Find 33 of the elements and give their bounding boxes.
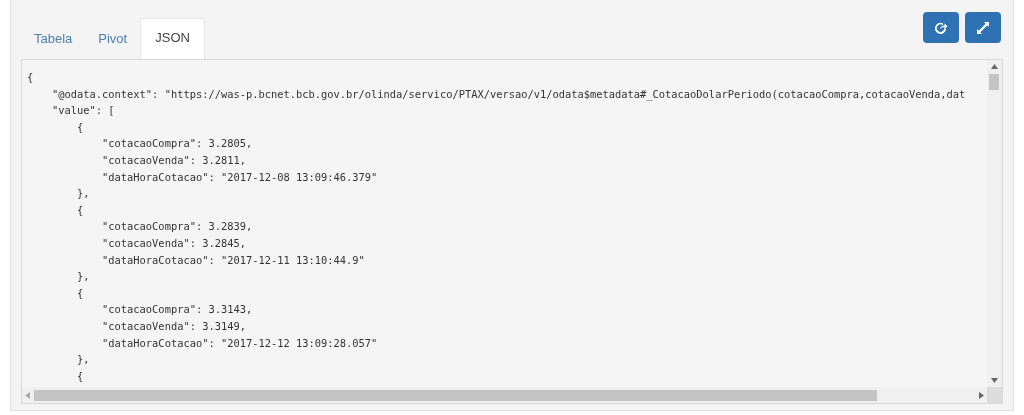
tab[interactable]: JSON	[140, 18, 205, 59]
code-line: "cotacaoCompra": 3.3143,	[101, 302, 254, 318]
expand-button[interactable]	[965, 12, 1001, 43]
scroll-up-icon[interactable]	[991, 64, 998, 69]
code-line: "cotacaoVenda": 3.3149,	[101, 318, 247, 334]
code-line: "dataHoraCotacao": "2017-12-08 13:09:46.379"	[101, 169, 379, 185]
vertical-scrollbar[interactable]	[987, 60, 1002, 387]
code-line: },	[76, 269, 91, 285]
scrollbar-thumb[interactable]	[989, 74, 999, 90]
tab[interactable]: Pivot	[85, 20, 141, 59]
tab[interactable]: Tabela	[21, 20, 86, 59]
code-line: "@odata.context": "https://was-p.bcnet.bcb.gov.br/olinda/servico/PTAX/versao/v1/odata$metadata#_CotacaoDolarPeriodo(cotacaoCompra,cotacaoVenda,dat	[51, 86, 967, 103]
code-line: {	[76, 285, 85, 301]
code-line: },	[76, 352, 91, 368]
horizontal-scrollbar[interactable]	[22, 387, 987, 403]
scroll-right-icon[interactable]	[979, 392, 984, 399]
code-line: {	[27, 70, 35, 85]
code-line: "value": [	[51, 103, 116, 119]
code-line: "cotacaoVenda": 3.2811,	[101, 152, 247, 168]
code-line: },	[76, 186, 91, 202]
share-icon	[934, 20, 948, 35]
scrollbar-thumb[interactable]	[34, 390, 877, 401]
code-line: "cotacaoCompra": 3.2839,	[101, 219, 254, 235]
code-line: "dataHoraCotacao": "2017-12-12 13:09:28.057"	[101, 335, 379, 351]
code-line: {	[76, 202, 85, 218]
export-button[interactable]	[923, 12, 959, 43]
code-line: "cotacaoCompra": 3.2805,	[101, 136, 254, 152]
code-line: "cotacaoVenda": 3.2845,	[101, 235, 247, 251]
code-line: {	[76, 119, 85, 135]
code-line: {	[76, 368, 85, 384]
scroll-down-icon[interactable]	[991, 378, 998, 383]
expand-icon	[976, 20, 990, 35]
code-line: "dataHoraCotacao": "2017-12-11 13:10:44.9"	[101, 252, 366, 268]
